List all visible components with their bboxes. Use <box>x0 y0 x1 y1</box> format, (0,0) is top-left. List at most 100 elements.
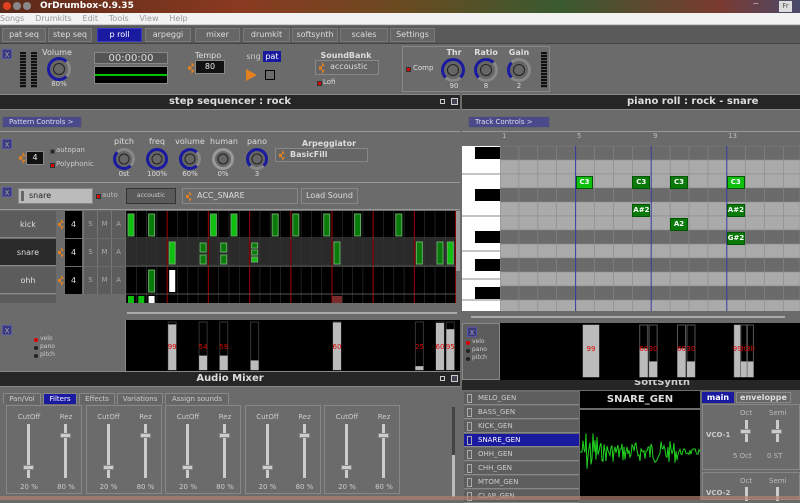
arpeggiator-spinner-icon[interactable] <box>279 150 285 161</box>
solo-button[interactable]: S <box>83 211 97 238</box>
generator-checkbox[interactable] <box>467 450 472 459</box>
stop-icon[interactable] <box>265 70 275 80</box>
arpeggiator-select[interactable]: BasicFill <box>275 148 368 162</box>
generator-item[interactable]: SNARE_GEN <box>464 434 579 447</box>
accent-button[interactable]: A <box>111 267 125 294</box>
play-icon[interactable] <box>246 69 257 81</box>
tab-softsynth[interactable]: softsynth <box>292 28 338 42</box>
close-instrument-button[interactable]: X <box>2 139 12 149</box>
synth-tab-enveloppe[interactable]: enveloppe <box>736 392 791 403</box>
piano-roll-note[interactable]: A2 <box>670 218 688 231</box>
synth-tab-main[interactable]: main <box>702 392 734 403</box>
load-sound-button[interactable]: Load Sound <box>301 188 358 204</box>
rez-fader-knob[interactable] <box>139 432 151 438</box>
thr-knob[interactable] <box>441 58 465 82</box>
cutoff-fader-knob[interactable] <box>102 465 114 471</box>
generator-item[interactable]: BASS_GEN <box>464 406 579 419</box>
bank-button[interactable]: accoustic <box>126 188 176 204</box>
tempo-spinner-icon[interactable] <box>188 62 195 74</box>
generator-checkbox[interactable] <box>467 422 472 431</box>
tab-drumkit[interactable]: drumkit <box>243 28 290 42</box>
tab-settings[interactable]: Settings <box>390 28 435 42</box>
menu-view[interactable]: View <box>140 13 159 25</box>
tab-mixer[interactable]: mixer <box>195 28 240 42</box>
track-steps-spinner-icon[interactable] <box>58 247 64 258</box>
generator-checkbox[interactable] <box>467 464 472 473</box>
generator-item[interactable]: MELO_GEN <box>464 392 579 405</box>
menu-drumkits[interactable]: Drumkits <box>35 13 71 25</box>
generator-checkbox[interactable] <box>467 394 472 403</box>
tab-pat-seq[interactable]: pat seq <box>2 28 46 42</box>
step-grid[interactable] <box>125 211 457 303</box>
piano-roll-note[interactable]: C3 <box>575 176 594 189</box>
tab-step-seq[interactable]: step seq <box>48 28 92 42</box>
rez-fader-knob[interactable] <box>60 432 71 438</box>
generator-item[interactable]: OHH_GEN <box>464 448 579 461</box>
close-window-icon[interactable] <box>3 2 11 10</box>
pitch-radio[interactable] <box>34 354 38 358</box>
piano-roll-note[interactable]: C3 <box>670 176 688 189</box>
cutoff-fader-knob[interactable] <box>341 465 352 471</box>
mixer-tab-effects[interactable]: Effects <box>79 393 115 404</box>
comp-checkbox[interactable] <box>406 67 411 72</box>
menu-songs[interactable]: Songs <box>0 13 24 25</box>
pattern-controls-button[interactable]: Pattern Controls > <box>2 116 82 128</box>
step-horizontal-scrollbar[interactable] <box>127 312 457 314</box>
menu-help[interactable]: Help <box>169 13 187 25</box>
piano-roll-note[interactable]: A#2 <box>632 204 651 217</box>
velocity-editor[interactable]: 99 54 59 60 25 60 95 <box>126 320 460 371</box>
mixer-tab-pan-vol[interactable]: Pan/Vol <box>3 393 41 404</box>
close-transport-button[interactable]: X <box>2 49 12 59</box>
piano-roll-note[interactable]: G#2 <box>726 232 745 245</box>
step-grid-scrollbar[interactable] <box>456 211 460 271</box>
track-steps-value[interactable]: 4 <box>65 211 82 238</box>
rez-fader-knob[interactable] <box>298 432 310 438</box>
cutoff-fader-knob[interactable] <box>182 465 193 471</box>
pr-velocity-editor[interactable]: 99 60 30 60 30 99 30 30 <box>500 323 800 380</box>
soundbank-spinner-icon[interactable] <box>319 62 325 74</box>
undock-icon[interactable] <box>440 99 445 104</box>
tempo-input[interactable]: 80 <box>195 60 225 74</box>
accent-button[interactable]: A <box>111 239 125 266</box>
volume-knob[interactable] <box>179 148 201 170</box>
mixer-tab-filters[interactable]: Filters <box>43 393 77 404</box>
menu-edit[interactable]: Edit <box>83 13 99 25</box>
pr-pano-radio[interactable] <box>466 349 470 353</box>
mixer-scrollbar[interactable] <box>452 407 455 497</box>
tab-scales[interactable]: scales <box>340 28 388 42</box>
velo-radio[interactable] <box>34 338 38 342</box>
accent-button[interactable]: A <box>111 211 125 238</box>
piano-roll-grid[interactable]: C3 C3 C3 C3 A#2 A#2 A2 G#2 <box>462 145 800 315</box>
track-controls-button[interactable]: Track Controls > <box>468 116 550 128</box>
close-pr-velocity-button[interactable]: X <box>467 327 477 337</box>
song-mode-button[interactable]: sng <box>244 51 263 62</box>
keyboard-layout-indicator[interactable]: Fr <box>779 1 792 12</box>
mute-button[interactable]: M <box>97 267 111 294</box>
mixer-maximize-icon[interactable] <box>451 375 458 382</box>
solo-button[interactable]: S <box>83 239 97 266</box>
piano-roll-note[interactable]: A#2 <box>726 204 745 217</box>
piano-roll-note[interactable]: C3 <box>632 176 651 189</box>
track-snare-label[interactable]: snare <box>0 239 56 266</box>
auto-checkbox[interactable] <box>96 194 101 199</box>
tab-p-roll[interactable]: p roll <box>97 28 142 42</box>
gain-knob[interactable] <box>507 58 531 82</box>
rez-fader-knob[interactable] <box>378 432 389 438</box>
piano-roll-scrollbar[interactable] <box>471 316 785 318</box>
track-steps-spinner-icon[interactable] <box>58 275 64 286</box>
piano-roll-note[interactable]: C3 <box>726 176 745 189</box>
steps-spinner-icon[interactable] <box>19 152 26 164</box>
mixer-undock-icon[interactable] <box>440 376 445 381</box>
cutoff-fader-knob[interactable] <box>261 465 273 471</box>
pattern-mode-button[interactable]: pat <box>263 51 281 62</box>
mute-button[interactable]: M <box>97 211 111 238</box>
soundbank-select[interactable]: accoustic <box>315 60 379 75</box>
mixer-tab-variations[interactable]: Variations <box>117 393 163 404</box>
human-knob[interactable] <box>212 148 234 170</box>
menu-tools[interactable]: Tools <box>109 13 129 25</box>
oct-fader-knob[interactable] <box>740 429 751 434</box>
polyphonic-checkbox[interactable] <box>50 163 55 168</box>
generator-item[interactable]: KICK_GEN <box>464 420 579 433</box>
master-volume-knob[interactable] <box>47 57 71 81</box>
tab-arpeggi[interactable]: arpeggi <box>145 28 191 42</box>
